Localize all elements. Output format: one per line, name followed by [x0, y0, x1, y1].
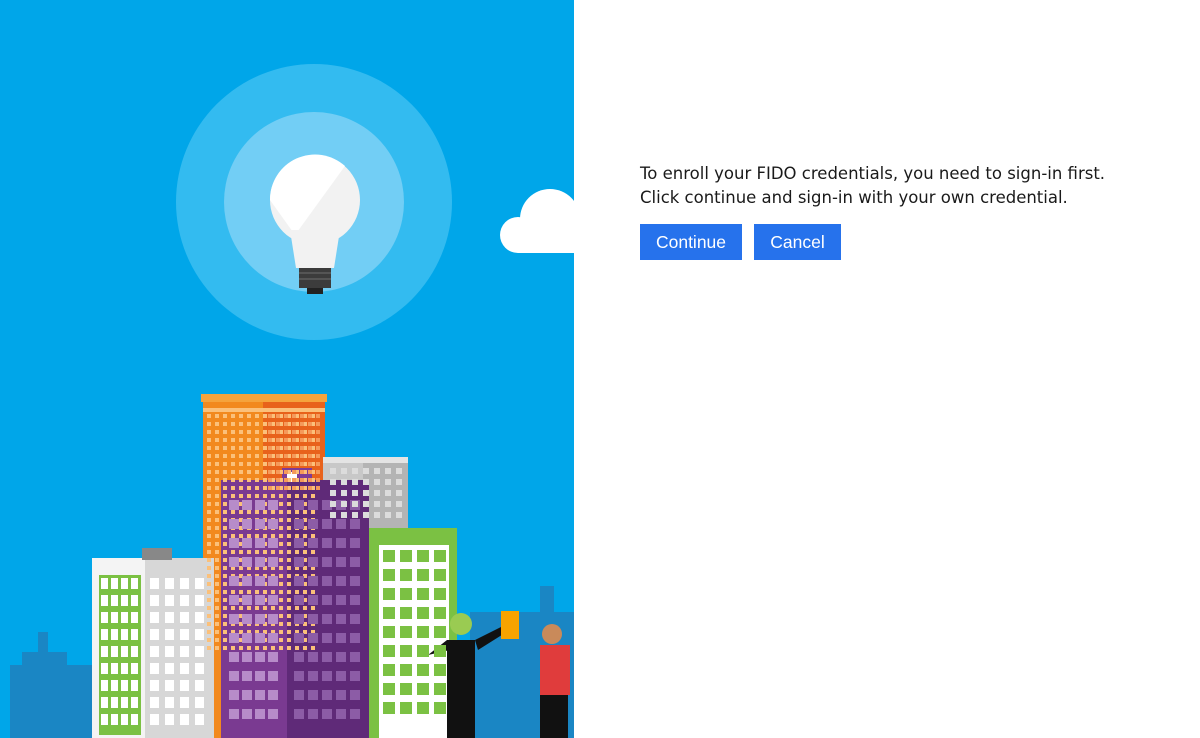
- button-row: Continue Cancel: [640, 224, 1160, 260]
- message-line-1: To enroll your FIDO credentials, you nee…: [640, 164, 1106, 183]
- cancel-button[interactable]: Cancel: [754, 224, 841, 260]
- enroll-dialog: To enroll your FIDO credentials, you nee…: [640, 162, 1160, 260]
- cloud-icon: [500, 189, 574, 254]
- lightbulb-icon: [176, 64, 452, 340]
- continue-button[interactable]: Continue: [640, 224, 742, 260]
- hero-illustration: [0, 0, 574, 738]
- green-building-left: [92, 548, 214, 738]
- message-line-2: Click continue and sign-in with your own…: [640, 188, 1068, 207]
